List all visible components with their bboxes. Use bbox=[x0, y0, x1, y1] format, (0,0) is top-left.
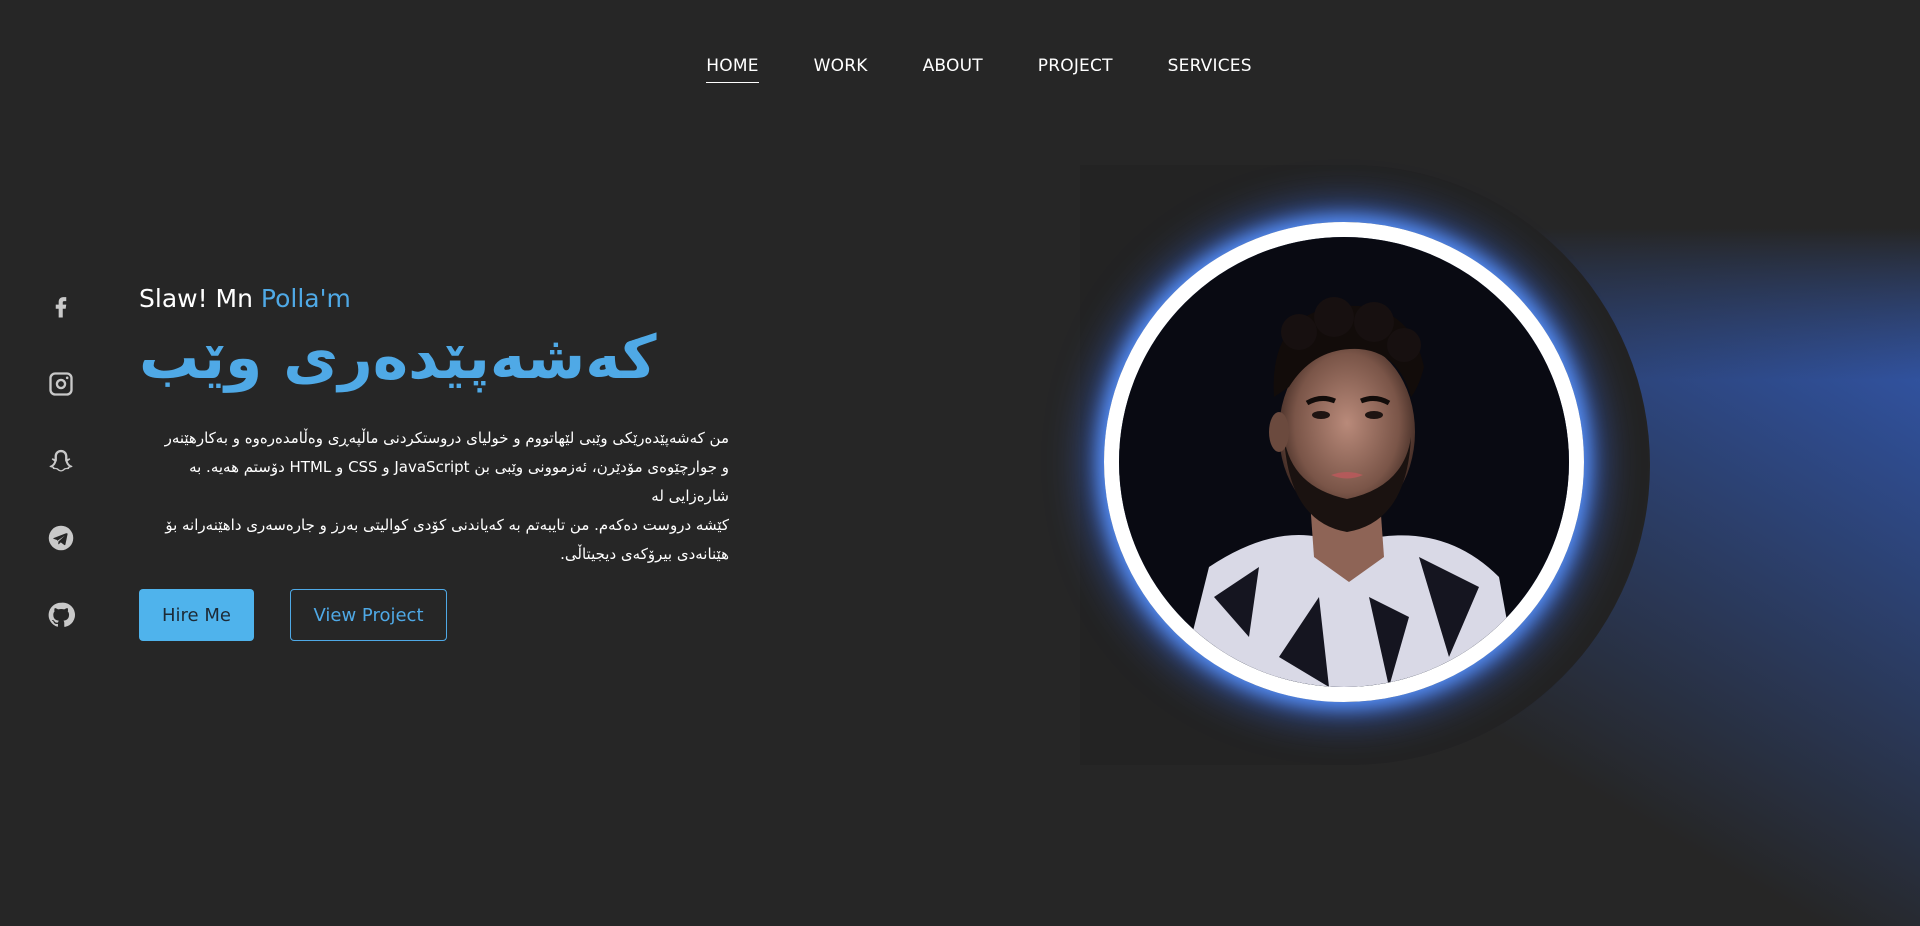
hero-description: من کەشەپێدەرێکی وێبی لێهاتووم و خولیای د… bbox=[139, 424, 729, 569]
facebook-icon[interactable] bbox=[46, 292, 76, 322]
telegram-icon[interactable] bbox=[46, 523, 76, 553]
nav-work[interactable]: WORK bbox=[814, 56, 868, 83]
main-nav: HOME WORK ABOUT PROJECT SERVICES bbox=[0, 56, 1920, 83]
greeting: Slaw! Mn Polla'm bbox=[139, 284, 351, 313]
nav-about[interactable]: ABOUT bbox=[923, 56, 983, 83]
nav-services[interactable]: SERVICES bbox=[1168, 56, 1252, 83]
nav-home[interactable]: HOME bbox=[706, 56, 759, 83]
hero-title: کەشەپێدەری وێب bbox=[139, 323, 657, 393]
greeting-prefix: Slaw! Mn bbox=[139, 284, 261, 313]
description-line: من کەشەپێدەرێکی وێبی لێهاتووم و خولیای د… bbox=[164, 429, 729, 447]
portrait-ring bbox=[1104, 222, 1584, 702]
portrait-photo bbox=[1119, 237, 1569, 687]
description-line: هێنانەدی بیرۆکەی دیجیتاڵی. bbox=[560, 545, 729, 563]
github-icon[interactable] bbox=[46, 600, 76, 630]
nav-project[interactable]: PROJECT bbox=[1038, 56, 1113, 83]
greeting-name: Polla'm bbox=[260, 284, 351, 313]
view-project-button[interactable]: View Project bbox=[290, 589, 447, 641]
page: HOME WORK ABOUT PROJECT SERVICES Slaw! M… bbox=[0, 0, 1920, 926]
instagram-icon[interactable] bbox=[46, 369, 76, 399]
snapchat-icon[interactable] bbox=[46, 446, 76, 476]
description-line: کێشە دروست دەکەم. من تایبەتم بە کەیاندنی… bbox=[165, 516, 729, 534]
hire-me-button[interactable]: Hire Me bbox=[139, 589, 254, 641]
social-links bbox=[46, 292, 76, 630]
description-line: و جوارچێوەی مۆدێرن، ئەزموونی وێبی بن Jav… bbox=[189, 458, 729, 505]
